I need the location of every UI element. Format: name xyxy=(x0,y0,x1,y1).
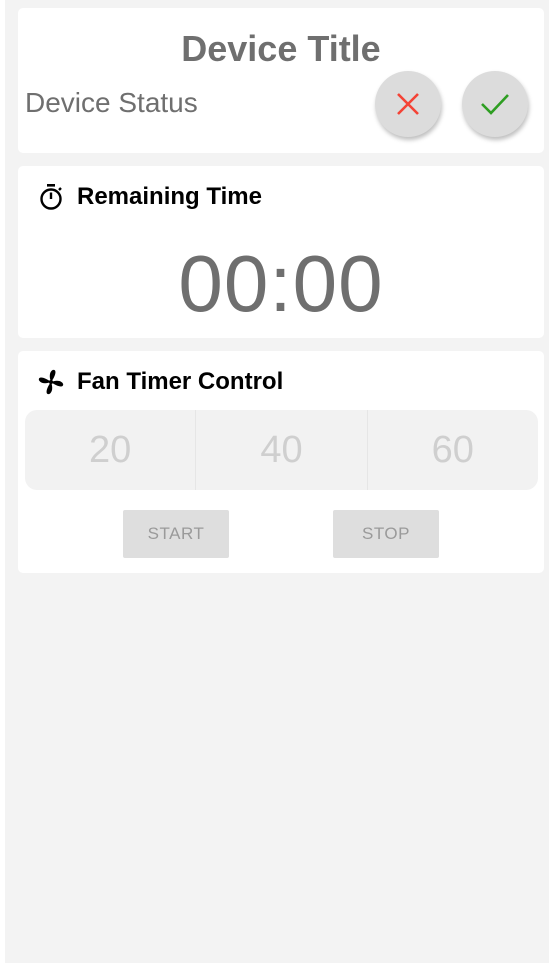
confirm-button[interactable] xyxy=(462,71,528,137)
fan-timer-card: Fan Timer Control 20 40 60 START STOP xyxy=(18,351,544,573)
stopwatch-icon xyxy=(38,184,64,210)
remaining-time-header: Remaining Time xyxy=(38,183,262,211)
fan-icon xyxy=(38,369,64,395)
remaining-time-card: Remaining Time 00:00 xyxy=(18,166,544,338)
checkmark-icon xyxy=(481,94,509,115)
timer-option-40[interactable]: 40 xyxy=(195,410,366,490)
cancel-button[interactable] xyxy=(375,71,441,137)
start-button[interactable]: START xyxy=(123,510,229,558)
fan-timer-header: Fan Timer Control xyxy=(38,368,283,396)
close-icon xyxy=(397,93,419,115)
timer-option-20[interactable]: 20 xyxy=(25,410,195,490)
fan-timer-label: Fan Timer Control xyxy=(77,368,284,395)
remaining-time-label: Remaining Time xyxy=(77,183,262,210)
device-card: Device Title Device Status xyxy=(18,8,544,153)
device-status: Device Status xyxy=(25,87,198,118)
timer-option-60[interactable]: 60 xyxy=(366,410,538,490)
stop-button[interactable]: STOP xyxy=(333,510,439,558)
app-screen: Device Title Device Status Remaining Tim… xyxy=(0,0,554,973)
device-title: Device Title xyxy=(181,28,381,69)
timer-duration-selector: 20 40 60 xyxy=(25,410,538,490)
remaining-time-value: 00:00 xyxy=(178,239,384,328)
